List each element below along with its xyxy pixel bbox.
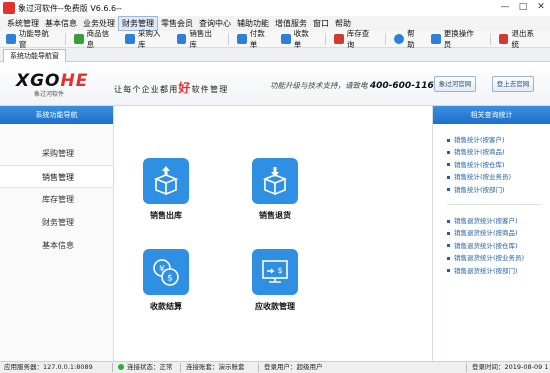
- sales-out-icon: [176, 34, 187, 44]
- toolbar-help-button[interactable]: 帮助: [394, 28, 422, 50]
- home-icon: [6, 34, 16, 44]
- toolbar-divider: [489, 33, 491, 45]
- related-queries-panel: 相关查询统计 销售统计(按客户) 销售统计(按商品) 销售统计(按仓库) 销售统…: [432, 106, 550, 361]
- query-link[interactable]: 销售统计(按商品): [447, 146, 550, 158]
- title-bar: 象过河软件--免费版 V6.6.6-- — □ ✕: [0, 0, 550, 16]
- support-hotline: 功能升级与技术支持，请致电 400-600-1168: [270, 81, 440, 91]
- toolbar-label: 收款单: [293, 29, 309, 49]
- switch-user-icon: [430, 34, 441, 44]
- receipt-icon: [280, 34, 291, 44]
- query-link[interactable]: 销售统计(按部门): [447, 184, 550, 196]
- query-link[interactable]: 销售统计(按业务员): [447, 171, 550, 183]
- toolbar-label: 功能导航窗: [18, 29, 49, 49]
- help-icon: [394, 34, 405, 44]
- tile-collection-settlement[interactable]: ¥ $ 收款结算: [126, 249, 206, 312]
- status-login-time: 登录时间：2019-08-09 1: [472, 363, 549, 371]
- toolbar-inventory-button[interactable]: 库存查询: [333, 28, 376, 50]
- monitor-money-icon: $: [252, 249, 298, 295]
- main-panel: 销售出库 销售退货 ¥ $ 收款结算 $ 应收款管理: [114, 106, 432, 361]
- toolbar-divider: [64, 33, 66, 45]
- toolbar-label: 付款单: [249, 29, 265, 49]
- coins-icon: ¥ $: [143, 249, 189, 295]
- toolbar-divider: [227, 33, 229, 45]
- toolbar-label: 退出系统: [511, 29, 534, 49]
- tile-label: 收款结算: [150, 302, 182, 311]
- divider: [258, 363, 259, 372]
- query-link[interactable]: 销售统计(按仓库): [447, 159, 550, 171]
- query-link[interactable]: 销售退货统计(按客户): [447, 215, 550, 227]
- left-nav-header: 系统功能导航: [0, 106, 113, 124]
- slogan: 让每个企业都用好软件管理: [114, 81, 229, 95]
- status-account: 连接账套：演示账套: [186, 363, 245, 371]
- toolbar-product-button[interactable]: 商品信息: [73, 28, 116, 50]
- tile-label: 销售退货: [259, 211, 291, 220]
- window-controls: — □ ✕: [496, 0, 550, 16]
- toolbar: 功能导航窗 商品信息 采购入库 销售出库 付款单 收款单 库存查询 帮助 更换操…: [0, 28, 550, 50]
- toolbar-exit-button[interactable]: 退出系统: [498, 28, 541, 50]
- official-site-button[interactable]: 象过河官网: [434, 76, 476, 92]
- nav-item-sales[interactable]: 销售管理: [0, 165, 113, 188]
- toolbar-sales-out-button[interactable]: 销售出库: [176, 28, 219, 50]
- toolbar-label: 更换操作员: [443, 29, 474, 49]
- tile-receivables[interactable]: $ 应收款管理: [235, 249, 315, 312]
- payment-icon: [236, 34, 247, 44]
- brand-logo: XGOHE 象过河软件: [16, 71, 88, 98]
- toolbar-payment-button[interactable]: 付款单: [236, 28, 272, 50]
- forum-site-button[interactable]: 登上去官网: [492, 76, 534, 92]
- window-title: 象过河软件--免费版 V6.6.6--: [18, 3, 122, 13]
- document-tab-strip: 系统功能导航窗: [0, 48, 550, 62]
- related-queries-list: 销售统计(按客户) 销售统计(按商品) 销售统计(按仓库) 销售统计(按业务员)…: [433, 124, 550, 277]
- brand-logo-text: XGOHE: [16, 71, 89, 91]
- toolbar-divider: [324, 33, 326, 45]
- status-bar: 应用服务器：127.0.0.1:8089 连接状态：正常 连接账套：演示账套 登…: [0, 361, 550, 373]
- nav-item-inventory[interactable]: 库存管理: [0, 188, 113, 211]
- banner: XGOHE 象过河软件 让每个企业都用好软件管理 功能升级与技术支持，请致电 4…: [0, 62, 550, 106]
- nav-item-purchase[interactable]: 采购管理: [0, 142, 113, 165]
- svg-text:$: $: [167, 274, 173, 284]
- toolbar-label: 采购入库: [138, 29, 161, 49]
- query-link[interactable]: 销售退货统计(按业务员): [447, 252, 550, 264]
- query-link[interactable]: 销售统计(按客户): [447, 134, 550, 146]
- toolbar-label: 商品信息: [86, 29, 110, 49]
- app-logo-icon: [3, 2, 15, 14]
- inventory-icon: [333, 34, 344, 44]
- nav-item-finance[interactable]: 财务管理: [0, 211, 113, 234]
- toolbar-label: 销售出库: [189, 29, 212, 49]
- related-queries-header: 相关查询统计: [433, 106, 550, 124]
- toolbar-label: 帮助: [407, 29, 415, 49]
- toolbar-switch-user-button[interactable]: 更换操作员: [430, 28, 481, 50]
- tile-label: 销售出库: [150, 211, 182, 220]
- divider: [447, 204, 542, 206]
- box-return-icon: [252, 158, 298, 204]
- tile-label: 应收款管理: [255, 302, 295, 311]
- purchase-in-icon: [125, 34, 135, 44]
- divider: [112, 363, 113, 372]
- status-connection: 连接状态：正常: [118, 362, 173, 373]
- toolbar-nav-button[interactable]: 功能导航窗: [6, 28, 56, 50]
- tile-sales-out[interactable]: 销售出库: [126, 158, 206, 221]
- toolbar-receipt-button[interactable]: 收款单: [280, 28, 316, 50]
- maximize-icon[interactable]: □: [514, 0, 532, 16]
- toolbar-divider: [385, 33, 387, 45]
- tile-sales-return[interactable]: 销售退货: [235, 158, 315, 221]
- tab-nav-window[interactable]: 系统功能导航窗: [3, 49, 66, 62]
- nav-item-basic-info[interactable]: 基本信息: [0, 234, 113, 257]
- svg-text:$: $: [277, 266, 282, 275]
- status-user: 登录用户：超级用户: [264, 363, 323, 371]
- connection-ok-icon: [118, 364, 124, 370]
- divider: [466, 363, 467, 372]
- query-link[interactable]: 销售退货统计(按仓库): [447, 240, 550, 252]
- minimize-icon[interactable]: —: [496, 0, 514, 16]
- toolbar-label: 库存查询: [346, 29, 370, 49]
- product-icon: [73, 34, 84, 44]
- query-link[interactable]: 销售退货统计(按商品): [447, 227, 550, 239]
- exit-icon: [498, 34, 509, 44]
- toolbar-purchase-in-button[interactable]: 采购入库: [125, 28, 167, 50]
- left-nav: 系统功能导航 采购管理 销售管理 库存管理 财务管理 基本信息: [0, 106, 114, 361]
- close-icon[interactable]: ✕: [532, 0, 550, 16]
- status-server: 应用服务器：127.0.0.1:8089: [4, 363, 93, 371]
- divider: [180, 363, 181, 372]
- query-link[interactable]: 销售退货统计(按部门): [447, 265, 550, 277]
- box-out-icon: [143, 158, 189, 204]
